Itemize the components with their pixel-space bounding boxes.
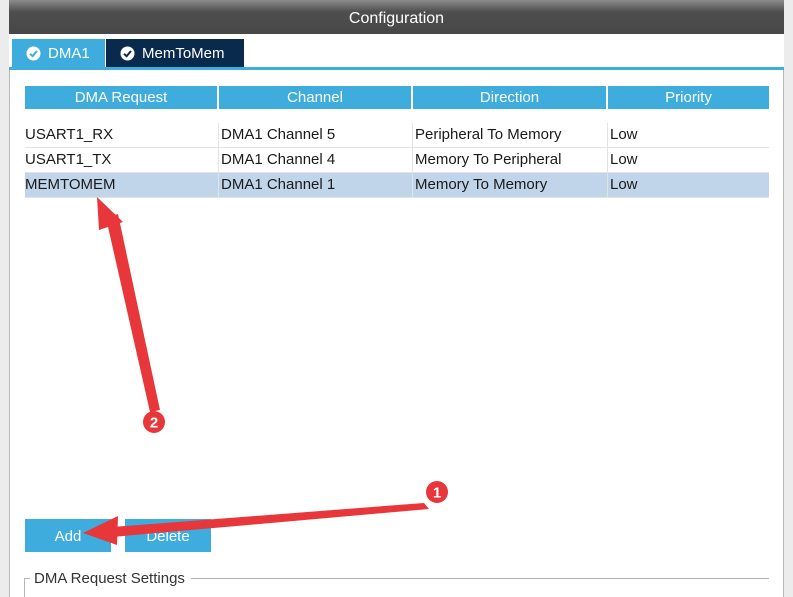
annotation-marker-2: 2 bbox=[143, 411, 165, 433]
tab-underline bbox=[9, 67, 784, 70]
cell-channel: DMA1 Channel 4 bbox=[219, 148, 413, 172]
cell-dma-request: USART1_RX bbox=[25, 123, 219, 147]
annotation-marker-1: 1 bbox=[426, 481, 448, 503]
cell-direction: Memory To Memory bbox=[413, 173, 608, 197]
dma-request-table: DMA Request Channel Direction Priority U… bbox=[25, 86, 769, 198]
window-title: Configuration bbox=[9, 0, 784, 34]
cell-dma-request: USART1_TX bbox=[25, 148, 219, 172]
add-button[interactable]: Add bbox=[25, 519, 111, 552]
cell-priority: Low bbox=[610, 151, 638, 168]
cell-priority: Low bbox=[610, 176, 638, 193]
annotation-arrow-2 bbox=[97, 197, 160, 412]
table-row-selected[interactable]: MEMTOMEM DMA1 Channel 1 Memory To Memory… bbox=[25, 173, 769, 198]
tab-strip: DMA1 MemToMem bbox=[9, 34, 784, 70]
cell-priority: Low bbox=[610, 126, 638, 143]
cell-direction: Peripheral To Memory bbox=[413, 123, 608, 147]
cell-channel: DMA1 Channel 5 bbox=[219, 123, 413, 147]
table-row[interactable]: USART1_TX DMA1 Channel 4 Memory To Perip… bbox=[25, 148, 769, 173]
column-header-priority[interactable]: Priority bbox=[608, 86, 769, 109]
annotation-number-1: 1 bbox=[433, 485, 441, 502]
column-header-direction[interactable]: Direction bbox=[413, 86, 608, 109]
table-header: DMA Request Channel Direction Priority bbox=[25, 86, 769, 109]
cell-dma-request: MEMTOMEM bbox=[25, 173, 219, 197]
settings-group-border-left bbox=[24, 578, 25, 597]
settings-group-title: DMA Request Settings bbox=[30, 569, 191, 588]
tab-dma1[interactable]: DMA1 bbox=[12, 39, 105, 67]
check-circle-icon bbox=[26, 46, 41, 61]
table-row[interactable]: USART1_RX DMA1 Channel 5 Peripheral To M… bbox=[25, 123, 769, 148]
window-frame-left bbox=[0, 0, 10, 597]
tab-memtomem-label: MemToMem bbox=[142, 44, 225, 62]
cell-direction: Memory To Peripheral bbox=[413, 148, 608, 172]
cell-channel: DMA1 Channel 1 bbox=[219, 173, 413, 197]
column-header-dma-request[interactable]: DMA Request bbox=[25, 86, 219, 109]
annotation-number-2: 2 bbox=[150, 415, 158, 432]
tab-dma1-label: DMA1 bbox=[48, 44, 90, 62]
tab-memtomem[interactable]: MemToMem bbox=[106, 39, 244, 67]
column-header-channel[interactable]: Channel bbox=[219, 86, 413, 109]
delete-button[interactable]: Delete bbox=[125, 519, 211, 552]
check-circle-icon bbox=[120, 46, 135, 61]
window-frame-right bbox=[783, 0, 793, 597]
